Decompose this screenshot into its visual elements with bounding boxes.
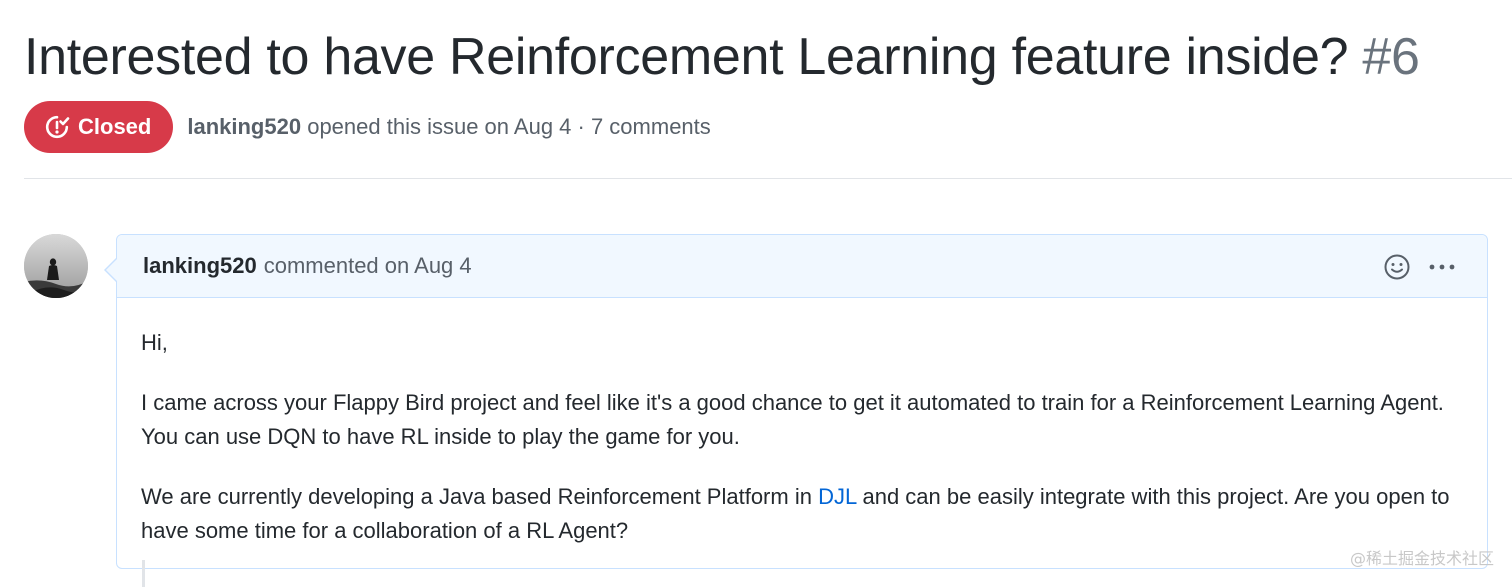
comment-timestamp[interactable]: commented on Aug 4 <box>264 253 472 279</box>
comment-paragraph-3: We are currently developing a Java based… <box>141 480 1463 548</box>
comment-caret-inner <box>106 259 117 281</box>
issue-meta: Closed lanking520 opened this issue on A… <box>24 101 711 153</box>
state-badge: Closed <box>24 101 174 153</box>
djl-link[interactable]: DJL <box>818 484 856 509</box>
issue-closed-icon <box>45 115 70 139</box>
kebab-horizontal-icon[interactable] <box>1427 253 1457 281</box>
issue-author-link[interactable]: lanking520 <box>187 114 301 139</box>
comment-header: lanking520 commented on Aug 4 <box>117 235 1487 298</box>
issue-page: Interested to have Reinforcement Learnin… <box>0 0 1512 587</box>
comment-paragraph-1: Hi, <box>141 330 168 355</box>
smiley-icon[interactable] <box>1383 253 1411 281</box>
comment-box: lanking520 commented on Aug 4 Hi, I came… <box>116 234 1488 569</box>
comment-actions <box>1383 253 1457 281</box>
avatar-image <box>24 234 88 298</box>
issue-title: Interested to have Reinforcement Learnin… <box>24 26 1420 88</box>
avatar[interactable] <box>24 234 88 298</box>
issue-meta-text: lanking520 opened this issue on Aug 4 · … <box>187 114 710 140</box>
comment-author-link[interactable]: lanking520 <box>143 253 257 279</box>
issue-meta-details: opened this issue on Aug 4 · 7 comments <box>307 114 711 139</box>
comment-body: Hi, I came across your Flappy Bird proje… <box>117 298 1487 548</box>
timeline-line <box>142 560 145 587</box>
issue-number: #6 <box>1362 28 1420 86</box>
header-divider <box>24 178 1512 179</box>
state-label: Closed <box>78 114 152 139</box>
comment-paragraph-2: I came across your Flappy Bird project a… <box>141 390 1444 449</box>
watermark: @稀土掘金技术社区 <box>1349 549 1494 568</box>
paragraph-3-text-before: We are currently developing a Java based… <box>141 484 819 509</box>
issue-title-text: Interested to have Reinforcement Learnin… <box>24 28 1349 86</box>
